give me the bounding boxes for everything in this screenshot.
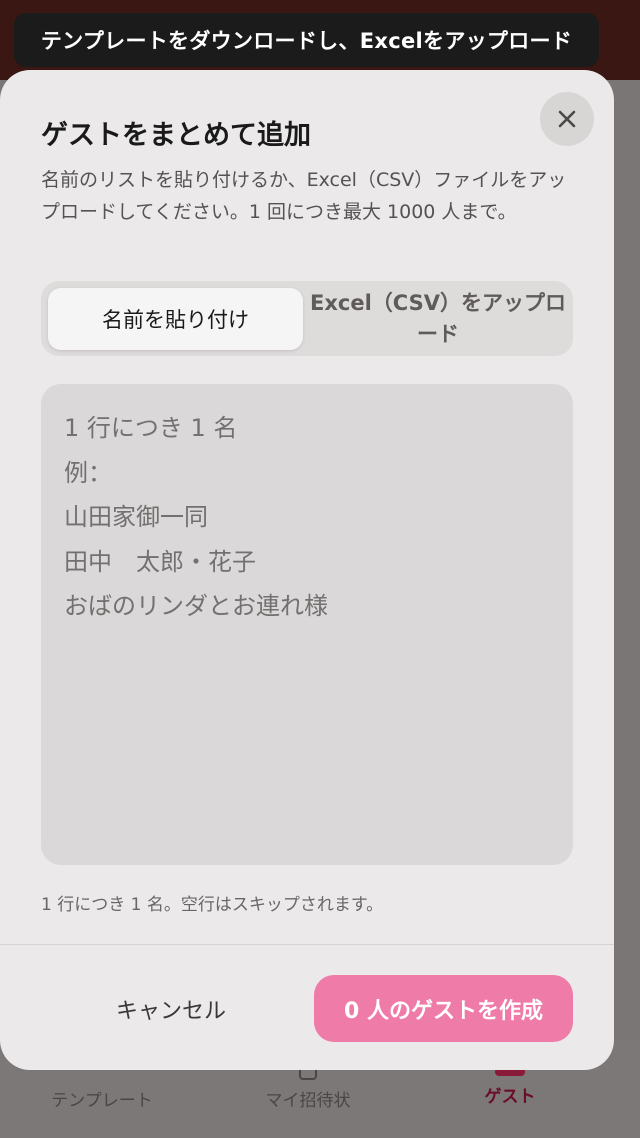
footer-divider [0,944,614,945]
close-icon [558,110,576,128]
cancel-button[interactable]: キャンセル [41,976,301,1042]
tab-my-invitations-label: マイ招待状 [265,1091,351,1111]
modal-title: ゲストをまとめて追加 [41,120,311,151]
input-hint: 1 行につき 1 名。空行はスキップされます。 [41,895,384,915]
create-guests-button[interactable]: 0 人のゲストを作成 [314,975,573,1042]
modal-description: 名前のリストを貼り付けるか、Excel（CSV）ファイルをアップロードしてくださ… [41,169,567,223]
names-textarea[interactable] [41,384,573,865]
tab-guests-label: ゲスト [484,1087,536,1107]
toast-message: テンプレートをダウンロードし、Excelをアップロード [14,13,599,67]
tab-templates-label: テンプレート [51,1091,153,1111]
close-button[interactable] [540,92,594,146]
segment-upload-csv[interactable]: Excel（CSV）をアップロード [306,288,570,350]
segment-paste-names[interactable]: 名前を貼り付け [48,288,303,350]
